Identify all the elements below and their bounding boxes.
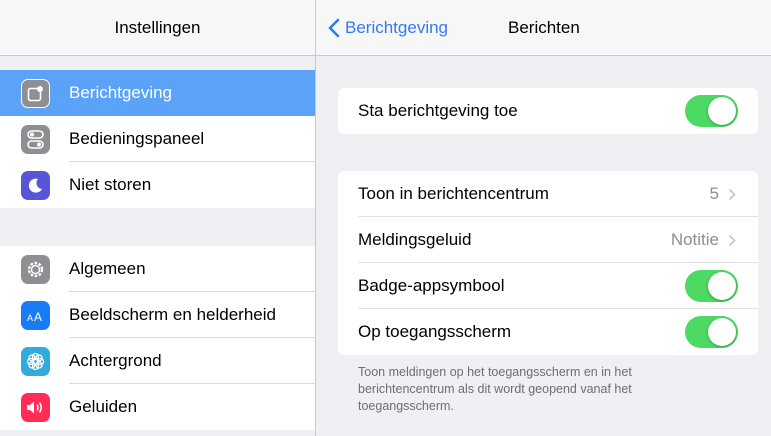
sidebar-item-beeldscherm[interactable]: AA Beeldscherm en helderheid [0,292,315,338]
back-button-label: Berichtgeving [345,18,449,37]
chevron-right-icon [728,188,736,200]
row-label: Badge-appsymbool [358,276,505,295]
row-value-text: Notitie [670,230,719,249]
toggle-knob [708,272,736,300]
sidebar-item-label: Bedieningspaneel [69,129,205,148]
toggle-knob [708,97,736,125]
sidebar-item-label: Berichtgeving [69,83,173,102]
allow-notifications-toggle[interactable] [685,95,738,127]
alert-sound-row[interactable]: Meldingsgeluid Notitie [338,217,758,263]
row-label: Sta berichtgeving toe [358,101,518,120]
sidebar-item-niet-storen[interactable]: Niet storen [0,162,315,208]
lock-screen-toggle[interactable] [685,316,738,348]
sidebar-item-achtergrond[interactable]: Achtergrond [0,338,315,384]
row-label: Toon in berichtencentrum [358,184,549,203]
notifications-icon [21,79,50,108]
wallpaper-icon [21,347,50,376]
row-label: Meldingsgeluid [358,230,472,249]
allow-notifications-row: Sta berichtgeving toe [338,88,758,134]
lock-screen-row: Op toegangsscherm [338,309,758,355]
toggle-knob [708,318,736,346]
allow-notifications-group: Sta berichtgeving toe [338,88,758,134]
svg-text:A: A [27,313,33,323]
row-label: Op toegangsscherm [358,322,512,341]
settings-sidebar: Instellingen Berichtgeving Bedieningspan… [0,0,316,436]
sidebar-item-berichtgeving[interactable]: Berichtgeving [0,70,315,116]
chevron-right-icon [728,234,736,246]
sidebar-group-1: Berichtgeving Bedieningspaneel Niet stor… [0,70,315,208]
sidebar-title: Instellingen [0,0,315,56]
sidebar-item-label: Beeldscherm en helderheid [69,305,276,324]
footnote-text: Toon meldingen op het toegangsscherm en … [358,365,632,413]
moon-icon [21,171,50,200]
notification-options-group: Toon in berichtencentrum 5 Meldingsgelui… [338,171,758,355]
gear-icon [21,255,50,284]
show-in-notification-center-row[interactable]: Toon in berichtencentrum 5 [338,171,758,217]
row-value-text: 5 [709,184,719,203]
badge-app-icon-row: Badge-appsymbool [338,263,758,309]
sidebar-item-algemeen[interactable]: Algemeen [0,246,315,292]
detail-navbar: Berichtgeving Berichten [316,0,771,56]
back-button[interactable]: Berichtgeving [328,0,448,56]
sidebar-item-label: Geluiden [69,397,138,416]
chevron-left-icon [328,18,340,38]
speaker-icon [21,393,50,422]
sidebar-item-label: Algemeen [69,259,146,278]
sidebar-item-bedieningspaneel[interactable]: Bedieningspaneel [0,116,315,162]
badge-app-icon-toggle[interactable] [685,270,738,302]
control-center-icon [21,125,50,154]
sidebar-item-label: Achtergrond [69,351,162,370]
page-title: Berichten [508,18,580,37]
sidebar-item-geluiden[interactable]: Geluiden [0,384,315,430]
row-value: Notitie [671,230,736,250]
sidebar-group-2: Algemeen AA Beeldscherm en helderheid Ac… [0,246,315,430]
svg-text:A: A [34,310,42,323]
sidebar-item-label: Niet storen [69,175,152,194]
display-brightness-icon: AA [21,301,50,330]
row-value: 5 [710,184,736,204]
